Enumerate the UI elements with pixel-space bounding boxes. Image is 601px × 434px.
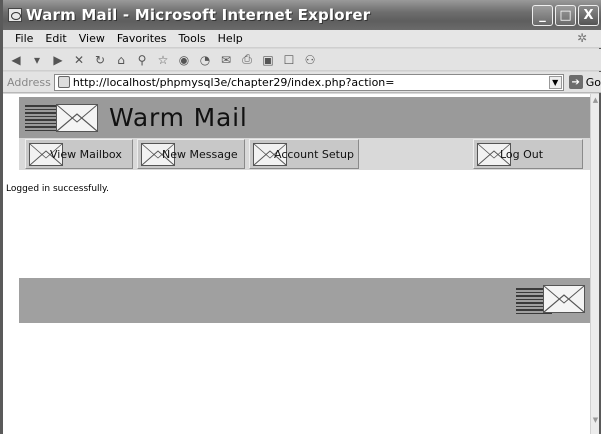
- discuss-icon[interactable]: ☐: [282, 53, 296, 67]
- account-setup-label: Account Setup: [274, 148, 354, 161]
- status-message: Logged in successfully.: [6, 184, 109, 194]
- vertical-scrollbar[interactable]: ▲ ▼: [590, 94, 599, 434]
- refresh-icon[interactable]: ↻: [93, 53, 107, 67]
- favorites-icon[interactable]: ☆: [156, 53, 170, 67]
- log-out-button[interactable]: Log Out: [473, 139, 583, 169]
- maximize-button[interactable]: □: [555, 5, 576, 26]
- scroll-down-icon[interactable]: ▼: [591, 416, 600, 426]
- edit-icon[interactable]: ▣: [261, 53, 275, 67]
- dropdown-icon[interactable]: ▾: [30, 53, 44, 67]
- view-mailbox-label: View Mailbox: [50, 148, 122, 161]
- account-setup-button[interactable]: Account Setup: [249, 139, 359, 169]
- minimize-button[interactable]: _: [532, 5, 553, 26]
- new-message-button[interactable]: New Message: [137, 139, 245, 169]
- menu-bar: File Edit View Favorites Tools Help ✲: [3, 30, 601, 48]
- address-label: Address: [7, 75, 51, 89]
- ie-app-icon[interactable]: [8, 8, 22, 22]
- forward-icon[interactable]: ▶: [51, 53, 65, 67]
- browser-window: Warm Mail - Microsoft Internet Explorer …: [0, 0, 601, 434]
- envelope-logo-icon: [543, 285, 585, 313]
- page-icon: [57, 76, 70, 88]
- home-icon[interactable]: ⌂: [114, 53, 128, 67]
- menu-view[interactable]: View: [73, 32, 111, 45]
- window-controls: _ □ X: [532, 5, 599, 26]
- nav-bar: View Mailbox New Message Account Setup L…: [19, 138, 590, 170]
- menu-file[interactable]: File: [9, 32, 39, 45]
- scroll-up-icon[interactable]: ▲: [591, 96, 600, 106]
- address-input[interactable]: http://localhost/phpmysql3e/chapter29/in…: [53, 73, 564, 91]
- go-label: Go: [585, 75, 601, 89]
- standard-toolbar: ◀ ▾ ▶ ✕ ↻ ⌂ ⚲ ☆ ◉ ◔ ✉ ⎙ ▣ ☐ ⚇: [3, 49, 601, 71]
- print-icon[interactable]: ⎙: [240, 52, 254, 67]
- site-brand: Warm Mail: [109, 103, 248, 132]
- history-icon[interactable]: ◔: [198, 53, 212, 67]
- view-mailbox-button[interactable]: View Mailbox: [25, 139, 133, 169]
- envelope-logo-icon: [56, 104, 98, 132]
- title-bar[interactable]: Warm Mail - Microsoft Internet Explorer …: [3, 0, 601, 30]
- warm-mail-banner: Warm Mail: [19, 97, 590, 138]
- page-content: Warm Mail View Mailbox New Message Accou…: [3, 94, 592, 434]
- footer-banner: [19, 278, 590, 323]
- log-out-label: Log Out: [500, 148, 544, 161]
- menu-tools[interactable]: Tools: [173, 32, 212, 45]
- back-icon[interactable]: ◀: [9, 53, 23, 67]
- menu-edit[interactable]: Edit: [39, 32, 72, 45]
- search-icon[interactable]: ⚲: [135, 53, 149, 67]
- menu-help[interactable]: Help: [212, 32, 249, 45]
- stop-icon[interactable]: ✕: [72, 53, 86, 67]
- go-arrow-icon: ➔: [568, 75, 583, 89]
- new-message-label: New Message: [162, 148, 238, 161]
- close-button[interactable]: X: [578, 5, 599, 26]
- go-button[interactable]: ➔ Go: [568, 75, 601, 89]
- address-bar: Address http://localhost/phpmysql3e/chap…: [3, 72, 601, 93]
- messenger-icon[interactable]: ⚇: [303, 53, 317, 67]
- address-dropdown-icon[interactable]: ▼: [548, 75, 562, 89]
- windows-flag-icon: ✲: [577, 31, 588, 45]
- window-title: Warm Mail - Microsoft Internet Explorer: [26, 6, 371, 24]
- media-icon[interactable]: ◉: [177, 53, 191, 67]
- mail-icon[interactable]: ✉: [219, 53, 233, 67]
- menu-favorites[interactable]: Favorites: [111, 32, 173, 45]
- address-url[interactable]: http://localhost/phpmysql3e/chapter29/in…: [73, 76, 395, 89]
